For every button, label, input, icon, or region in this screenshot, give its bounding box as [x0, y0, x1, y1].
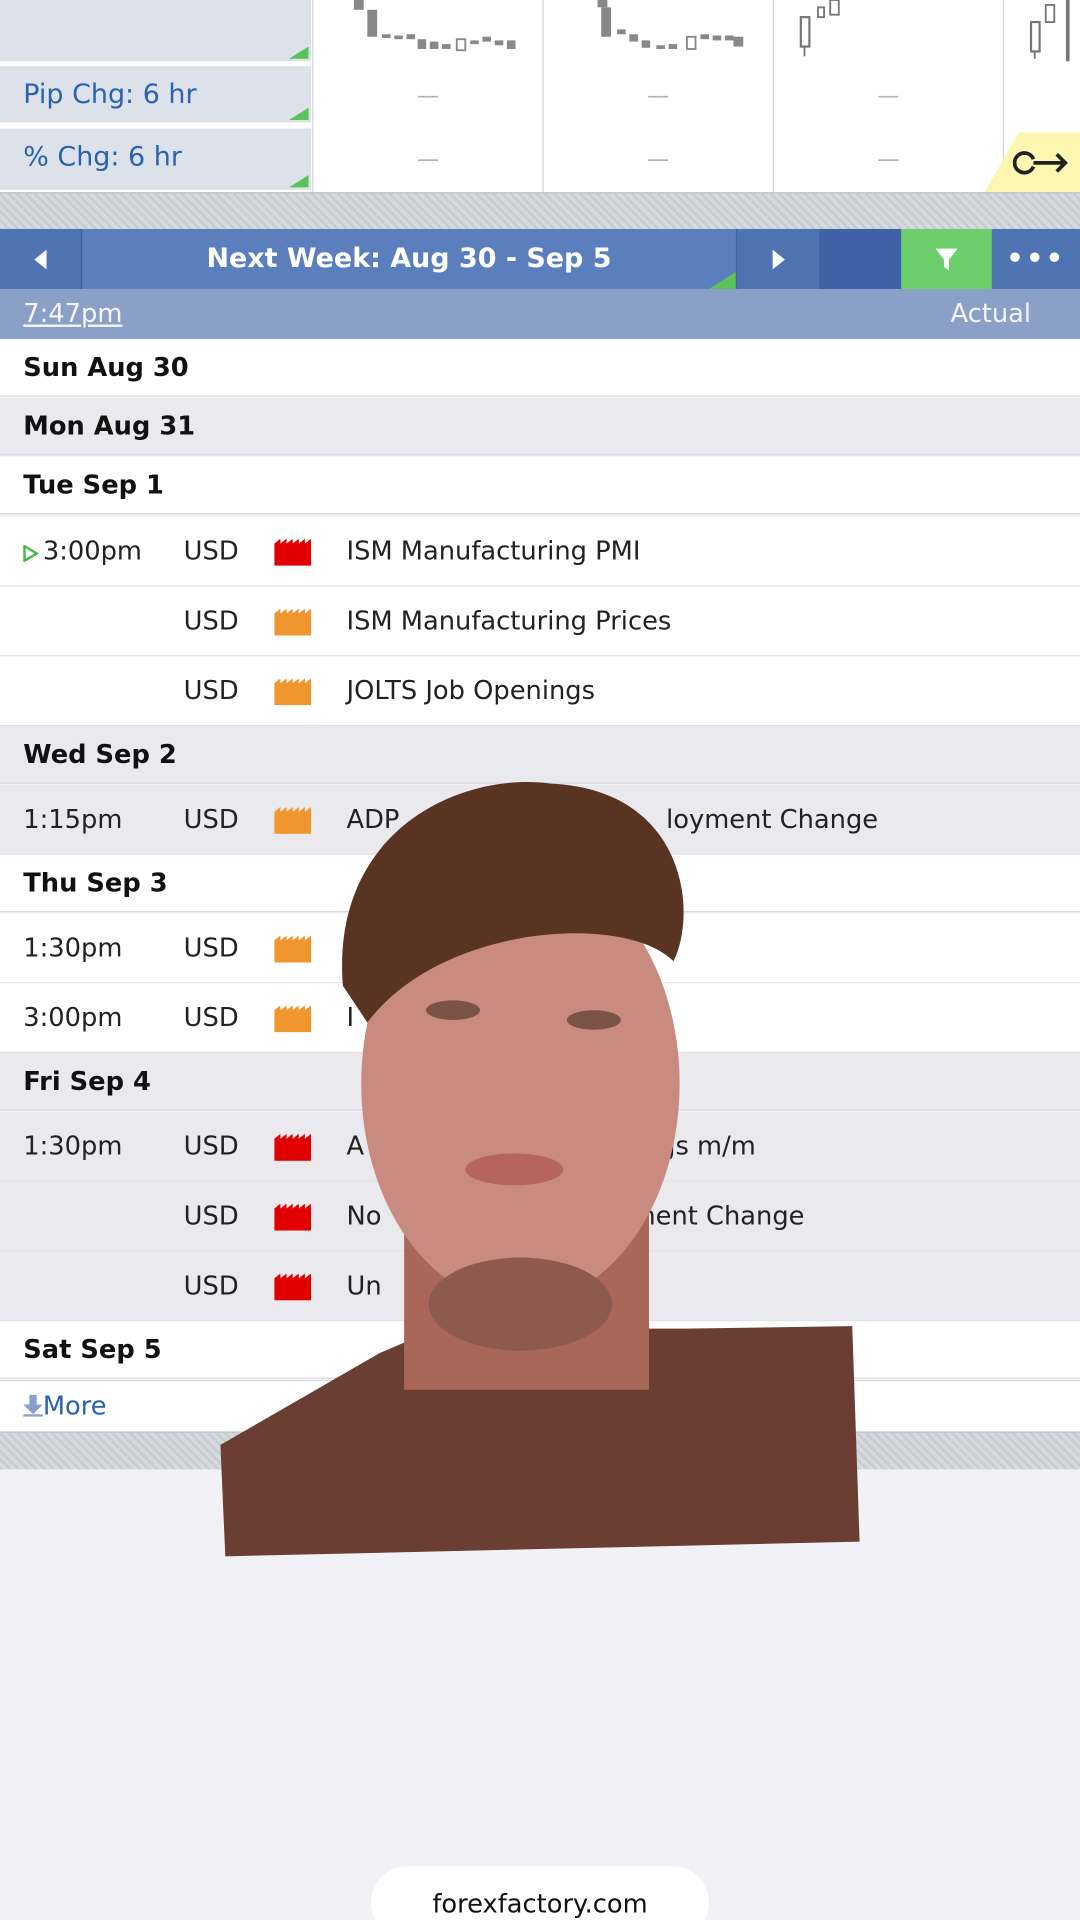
more-link[interactable]: More	[23, 1391, 107, 1421]
event-name: JOLTS Job Openings	[346, 675, 596, 706]
day-header: Sun Aug 30	[0, 339, 1080, 397]
day-header: Wed Sep 2	[0, 726, 1080, 784]
market-row-top-label[interactable]	[0, 0, 312, 64]
pip-change-value: —	[877, 83, 900, 109]
corner-indicator	[288, 107, 309, 121]
event-currency: USD	[183, 606, 239, 636]
pct-change-value: —	[647, 146, 670, 173]
pip-change-value: —	[647, 83, 670, 109]
current-time-link[interactable]: 7:47pm	[23, 299, 122, 328]
market-column-1[interactable]: — —	[312, 0, 542, 193]
mini-candle-chart	[597, 0, 744, 50]
row-label-text: Pip Chg: 6 hr	[23, 79, 197, 111]
high-impact-icon[interactable]	[274, 538, 312, 566]
pct-change-value: —	[877, 146, 900, 173]
expand-arrow-icon[interactable]	[984, 132, 1080, 193]
day-header: Tue Sep 1	[0, 456, 1080, 515]
corner-indicator	[288, 175, 309, 188]
corner-indicator	[708, 271, 736, 289]
market-row-label-pct[interactable]: % Chg: 6 hr	[0, 128, 312, 193]
day-label: Sat Sep 5	[23, 1334, 162, 1365]
day-label: Sun Aug 30	[23, 352, 189, 383]
next-week-button[interactable]	[735, 228, 821, 289]
filter-button[interactable]	[901, 228, 992, 289]
day-label: Wed Sep 2	[23, 739, 177, 769]
filter-icon	[935, 247, 958, 271]
event-name: ISM Manufacturing Prices	[346, 606, 672, 636]
day-label: Tue Sep 1	[23, 470, 164, 500]
download-arrow-icon	[23, 1394, 43, 1417]
day-label: Thu Sep 3	[23, 868, 168, 898]
event-time: 1:30pm	[23, 1131, 123, 1161]
nav-blank-button[interactable]	[819, 228, 902, 289]
event-currency: USD	[183, 675, 239, 706]
market-column-2[interactable]: — —	[542, 0, 772, 193]
event-time: 1:15pm	[23, 804, 123, 834]
ellipsis-icon: •••	[1006, 243, 1066, 275]
mini-candle-chart	[353, 0, 516, 52]
event-row[interactable]: USD ISM Manufacturing Prices	[0, 586, 1080, 657]
week-navigation-bar: Next Week: Aug 30 - Sep 5 •••	[0, 228, 1080, 289]
day-label: Mon Aug 31	[23, 411, 196, 441]
divider-stripe	[0, 192, 1080, 231]
week-title[interactable]: Next Week: Aug 30 - Sep 5	[82, 229, 736, 289]
day-header: Mon Aug 31	[0, 397, 1080, 456]
event-row[interactable]: 3:00pm USD ISM Manufacturing PMI	[0, 516, 1080, 587]
event-time: 1:30pm	[23, 933, 123, 963]
url-text: forexfactory.com	[432, 1889, 648, 1919]
event-currency: USD	[183, 536, 239, 566]
event-name: ISM Manufacturing PMI	[346, 536, 641, 566]
mini-candle-chart	[799, 0, 840, 57]
previous-week-button[interactable]	[0, 228, 83, 289]
week-title-text: Next Week: Aug 30 - Sep 5	[206, 243, 612, 275]
event-time: 3:00pm	[42, 536, 142, 566]
more-options-button[interactable]: •••	[991, 228, 1080, 289]
caret-right-icon	[772, 249, 785, 269]
market-table: Pip Chg: 6 hr % Chg: 6 hr — — — — — —	[0, 0, 1080, 193]
browser-url-bar[interactable]: forexfactory.com	[371, 1866, 709, 1920]
market-column-3[interactable]: — —	[772, 0, 1003, 193]
more-label: More	[42, 1391, 107, 1421]
person-overlay-image	[220, 782, 860, 1557]
medium-impact-icon[interactable]	[274, 608, 312, 636]
medium-impact-icon[interactable]	[274, 678, 312, 706]
pip-change-value: —	[416, 83, 439, 109]
event-time: 3:00pm	[23, 1002, 123, 1033]
market-row-label-pip[interactable]: Pip Chg: 6 hr	[0, 66, 312, 125]
play-indicator-icon	[23, 544, 40, 563]
row-label-text: % Chg: 6 hr	[23, 142, 182, 173]
pct-change-value: —	[416, 146, 439, 173]
mini-candle-chart	[1029, 0, 1070, 147]
day-label: Fri Sep 4	[23, 1066, 151, 1096]
caret-left-icon	[34, 249, 47, 269]
corner-indicator	[288, 46, 309, 59]
actual-column-header[interactable]: Actual	[950, 299, 1031, 328]
calendar-header: 7:47pm Actual	[0, 288, 1080, 340]
screen: Pip Chg: 6 hr % Chg: 6 hr — — — — — — Ne…	[0, 0, 1080, 1920]
event-row[interactable]: USD JOLTS Job Openings	[0, 656, 1080, 727]
